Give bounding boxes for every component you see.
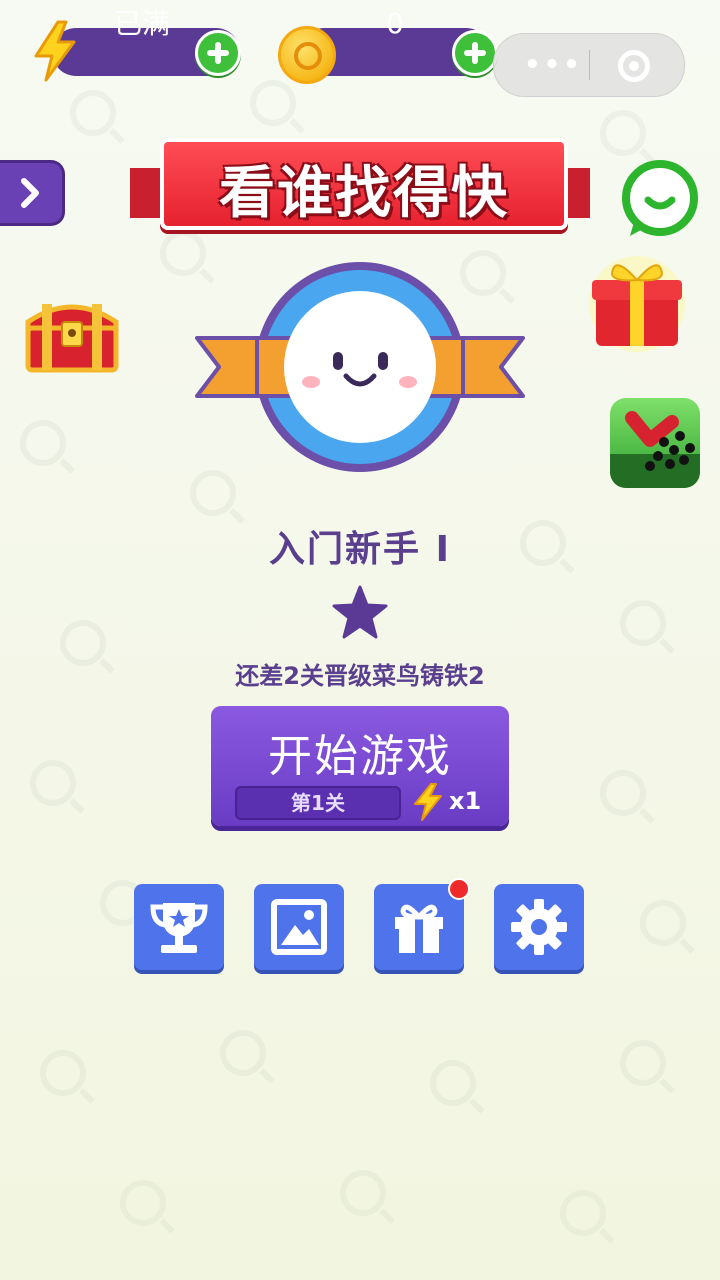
- lightning-icon: [414, 783, 442, 821]
- energy-value: 已满: [113, 7, 170, 40]
- add-coin-button[interactable]: [452, 30, 498, 76]
- start-game-button[interactable]: 开始游戏 第1关 x1: [211, 706, 509, 826]
- star-icon: [332, 585, 388, 639]
- gift-icon: [395, 904, 443, 953]
- arrow-right-icon: [21, 178, 39, 208]
- left-eye: [333, 352, 343, 370]
- promotion-progress-text: 还差2关晋级菜鸟铸铁2: [235, 662, 485, 690]
- gallery-button[interactable]: [254, 884, 344, 970]
- smile-mouth: [343, 373, 377, 387]
- title-banner: 看谁找得快: [160, 138, 568, 230]
- coin-value: 0: [386, 7, 404, 40]
- smiley-face-icon: [284, 291, 436, 443]
- promo-app-icon[interactable]: [610, 398, 700, 488]
- start-game-label: 开始游戏: [268, 731, 452, 782]
- coin-icon: [278, 26, 336, 84]
- chat-icon[interactable]: [620, 160, 700, 240]
- expand-sidebar-button[interactable]: [0, 160, 65, 226]
- more-icon[interactable]: •••: [524, 52, 583, 78]
- miniprogram-capsule: •••: [493, 33, 685, 97]
- trophy-button[interactable]: [134, 884, 224, 970]
- add-energy-button[interactable]: [195, 30, 241, 76]
- settings-button[interactable]: [494, 884, 584, 970]
- gift-box-icon[interactable]: [584, 252, 690, 352]
- right-eye: [378, 352, 388, 370]
- left-cheek: [302, 376, 320, 388]
- trophy-icon: [150, 903, 208, 953]
- close-icon[interactable]: [618, 50, 650, 82]
- current-level-label: 第1关: [235, 786, 401, 820]
- rank-name: 入门新手 Ⅰ: [269, 529, 451, 570]
- game-title: 看谁找得快: [219, 161, 509, 226]
- lightning-icon: [34, 20, 76, 82]
- capsule-divider: [589, 50, 590, 80]
- gear-icon: [511, 899, 567, 955]
- treasure-chest-icon[interactable]: [22, 292, 122, 376]
- right-cheek: [399, 376, 417, 388]
- magnet-game-icon: [610, 411, 700, 488]
- energy-cost: x1: [449, 787, 482, 815]
- image-icon: [271, 899, 327, 955]
- notification-badge: [448, 878, 470, 900]
